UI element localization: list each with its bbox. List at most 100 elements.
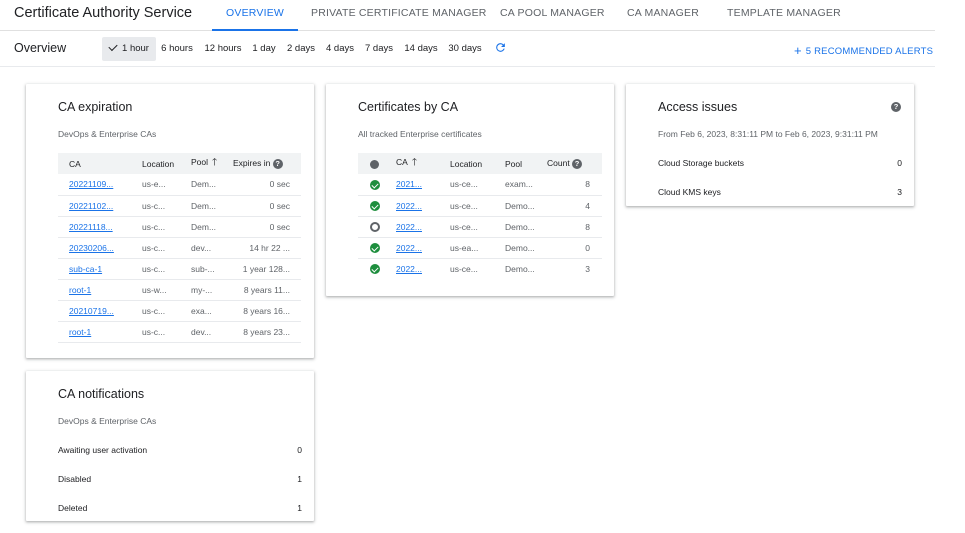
notification-value: 1: [297, 503, 302, 513]
expires-cell: 8 years 11...: [233, 279, 301, 301]
range-6-hours[interactable]: 6 hours: [158, 37, 196, 61]
overview-toolbar: Overview 1 hour 6 hours 12 hours 1 day 2…: [0, 31, 935, 67]
ca-link[interactable]: 20210719...: [69, 306, 114, 316]
table-row: 2022... us-ce... Demo... 8: [358, 216, 602, 238]
top-nav: Certificate Authority Service OVERVIEW P…: [0, 0, 935, 31]
tab-template-manager[interactable]: TEMPLATE MANAGER: [727, 7, 841, 31]
card-title: CA notifications: [58, 387, 145, 401]
column-header-pool[interactable]: Pool: [505, 153, 547, 174]
access-issues-card: Access issues ? From Feb 6, 2023, 8:31:1…: [626, 84, 914, 206]
range-2-days[interactable]: 2 days: [284, 37, 318, 61]
arrow-upward-icon: 🡑: [411, 157, 418, 168]
column-header-ca[interactable]: CA: [58, 153, 142, 174]
range-12-hours[interactable]: 12 hours: [202, 37, 244, 61]
table-row: 20221109... us-e... Dem... 0 sec: [58, 174, 301, 196]
notification-label: Disabled: [58, 474, 92, 484]
notification-value: 1: [297, 474, 302, 484]
column-header-expires-in[interactable]: Expires in ?: [233, 153, 301, 174]
ca-link[interactable]: 2022...: [396, 201, 422, 211]
ca-link[interactable]: 2022...: [396, 264, 422, 274]
help-circle-icon[interactable]: ?: [891, 102, 901, 112]
help-circle-icon[interactable]: ?: [572, 159, 583, 169]
ca-link[interactable]: 20221102...: [69, 201, 113, 211]
pool-cell: Demo...: [505, 195, 547, 217]
range-4-days[interactable]: 4 days: [323, 37, 357, 61]
card-title: CA expiration: [58, 100, 133, 114]
count-cell: 3: [585, 263, 590, 274]
app-title: Certificate Authority Service: [14, 5, 193, 21]
ca-link[interactable]: sub-ca-1: [69, 264, 102, 274]
notification-value: 0: [297, 445, 302, 455]
check-icon: [108, 41, 118, 52]
tab-ca-pool-manager[interactable]: CA POOL MANAGER: [500, 7, 605, 31]
refresh-icon[interactable]: [494, 41, 507, 54]
ca-expiration-card: CA expiration DevOps & Enterprise CAs CA…: [26, 84, 314, 358]
list-item: Awaiting user activation 0: [58, 445, 302, 455]
ca-link[interactable]: 2021...: [396, 179, 422, 189]
location-cell: us-c...: [142, 321, 191, 343]
ca-notifications-card: CA notifications DevOps & Enterprise CAs…: [26, 371, 314, 521]
pending-circle-icon: [370, 221, 380, 232]
ca-link[interactable]: 20221118...: [69, 222, 113, 232]
table-header: CA Location Pool 🡑 Expires in ?: [58, 153, 301, 174]
access-issue-value: 3: [897, 187, 902, 197]
card-subtitle: All tracked Enterprise certificates: [358, 129, 482, 139]
help-circle-icon[interactable]: ?: [272, 159, 283, 169]
pool-cell: dev...: [191, 321, 233, 343]
pool-cell: sub-...: [191, 258, 233, 280]
tab-private-certificate-manager[interactable]: PRIVATE CERTIFICATE MANAGER: [311, 7, 487, 31]
card-subtitle: DevOps & Enterprise CAs: [58, 416, 157, 426]
arrow-upward-icon: 🡑: [212, 157, 218, 168]
column-header-location[interactable]: Location: [450, 153, 505, 174]
count-cell: 8: [547, 216, 602, 238]
column-header-ca[interactable]: CA 🡑: [396, 153, 450, 174]
pool-cell: Dem...: [191, 195, 233, 217]
pool-cell: exa...: [191, 300, 233, 322]
expires-cell: 0 sec: [233, 174, 301, 196]
card-subtitle: DevOps & Enterprise CAs: [58, 129, 157, 139]
column-header-pool[interactable]: Pool 🡑: [191, 153, 233, 174]
page-title: Overview: [14, 41, 67, 55]
table-row: 20221102... us-c... Dem... 0 sec: [58, 195, 301, 217]
count-cell: 8: [547, 174, 602, 196]
ca-link[interactable]: 20230206...: [69, 243, 114, 253]
recommended-alerts-button[interactable]: +5 RECOMMENDED ALERTS: [794, 42, 933, 58]
tab-overview[interactable]: OVERVIEW: [211, 7, 299, 31]
location-cell: us-c...: [142, 216, 191, 238]
ca-link[interactable]: 2022...: [396, 243, 422, 253]
location-cell: us-ea...: [450, 237, 505, 259]
status-header-icon: [370, 159, 379, 169]
table-row: 20210719... us-c... exa... 8 years 16...: [58, 300, 301, 322]
check-circle-icon: [370, 264, 380, 275]
check-circle-icon: [370, 200, 380, 211]
column-header-location[interactable]: Location: [142, 153, 191, 174]
range-14-days[interactable]: 14 days: [401, 37, 441, 61]
location-cell: us-e...: [142, 174, 191, 196]
pool-cell: exam...: [505, 174, 547, 196]
pool-cell: Demo...: [505, 263, 535, 274]
tab-ca-manager[interactable]: CA MANAGER: [627, 7, 699, 31]
notification-label: Awaiting user activation: [58, 445, 148, 455]
location-cell: us-c...: [142, 237, 191, 259]
check-circle-icon: [370, 179, 380, 190]
pool-cell: Demo...: [505, 237, 547, 259]
range-30-days[interactable]: 30 days: [446, 37, 484, 61]
check-circle-icon: [370, 242, 380, 253]
range-1-day[interactable]: 1 day: [250, 37, 278, 61]
ca-link[interactable]: root-1: [69, 285, 91, 295]
range-7-days[interactable]: 7 days: [362, 37, 396, 61]
location-cell: us-ce...: [450, 216, 505, 238]
column-header-count[interactable]: Count ?: [547, 153, 602, 174]
card-title: Access issues: [658, 100, 738, 114]
table-row: 2022... us-ce... Demo... 4: [358, 195, 602, 217]
list-item: Deleted 1: [58, 503, 302, 513]
list-item: Cloud KMS keys 3: [658, 187, 902, 197]
plus-icon: +: [794, 43, 802, 58]
range-1-hour[interactable]: 1 hour: [102, 37, 156, 61]
column-header-status[interactable]: [358, 153, 396, 174]
ca-link[interactable]: 2022...: [396, 222, 422, 232]
ca-link[interactable]: root-1: [69, 327, 91, 337]
location-cell: us-ce...: [450, 195, 505, 217]
expires-cell: 14 hr 22 ...: [233, 237, 301, 259]
ca-link[interactable]: 20221109...: [69, 179, 113, 189]
